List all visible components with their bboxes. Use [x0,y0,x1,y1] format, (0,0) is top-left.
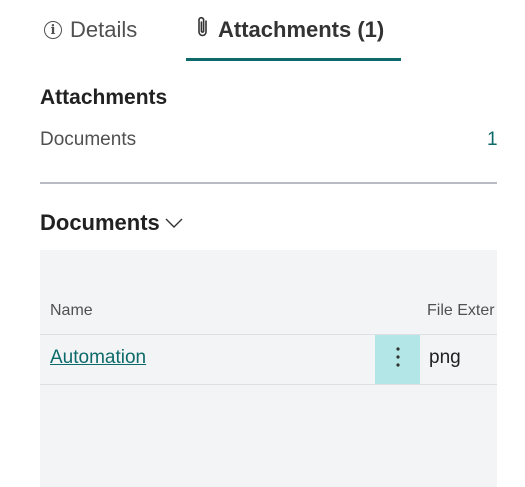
tab-attachments-label: Attachments (1) [218,17,385,42]
documents-part-title: Documents [40,210,160,235]
document-file-extension: png [429,347,461,368]
documents-count-value[interactable]: 1 [487,129,498,151]
tab-attachments[interactable]: Attachments (1) [196,12,384,48]
chevron-down-icon [164,210,184,236]
document-name-link[interactable]: Automation [50,347,146,369]
documents-part-header[interactable]: Documents [40,210,184,236]
row-actions-button[interactable] [375,335,420,384]
tab-details-label: Details [70,17,138,42]
tab-details[interactable]: i Details [44,12,137,48]
attachments-section-title: Attachments [40,86,168,109]
row-divider [40,384,497,385]
info-icon: i [44,21,62,39]
tab-bar: i Details Attachments (1) [0,0,525,62]
section-divider [40,182,497,184]
column-header-file-extension[interactable]: File Exter [427,302,495,320]
column-header-name[interactable]: Name [50,302,93,320]
active-tab-indicator [186,58,401,61]
more-vertical-icon [395,345,401,374]
documents-grid: Name File Exter Automation png [40,250,497,487]
paperclip-icon [196,15,210,45]
row-divider [40,334,497,335]
documents-count-label: Documents [40,129,137,150]
